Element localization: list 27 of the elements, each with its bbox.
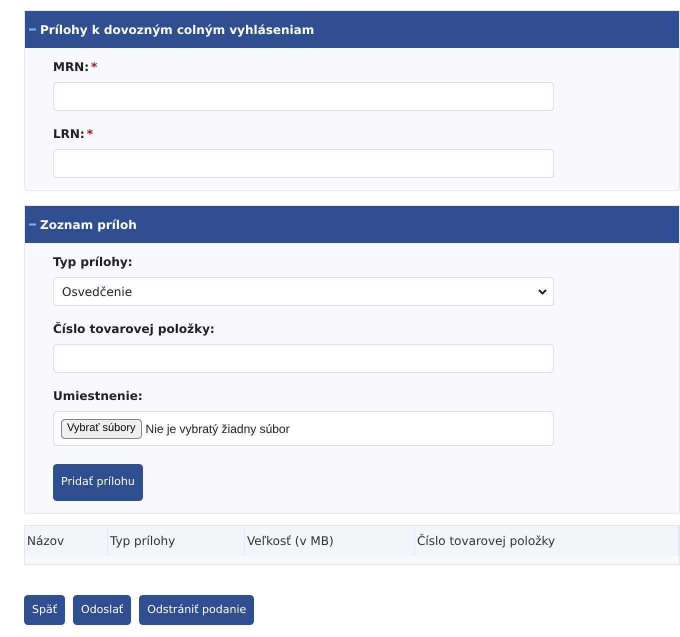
choose-files-button[interactable]: Vybrať súbory	[61, 418, 142, 438]
caret-icon	[538, 288, 547, 294]
input-field[interactable]	[53, 344, 554, 373]
input-field[interactable]	[53, 149, 554, 178]
field-label: LRN:	[53, 126, 85, 143]
collapse-icon	[29, 28, 36, 31]
field-label: Umiestnenie:	[53, 388, 143, 405]
panel-header[interactable]: Prílohy k dovozným colným vyhláseniam	[25, 11, 679, 48]
action-button[interactable]: Odstrániť podanie	[139, 595, 254, 625]
column-header: Typ prílohy	[108, 526, 245, 556]
file-status: Nie je vybratý žiadny súbor	[146, 420, 290, 438]
field-label: Číslo tovarovej položky:	[53, 320, 215, 338]
action-button[interactable]: Odoslať	[73, 595, 132, 625]
collapse-icon	[29, 223, 36, 226]
required-marker: *	[91, 59, 98, 76]
panel-header[interactable]: Zoznam príloh	[25, 206, 679, 243]
column-header: Číslo tovarovej položky	[415, 526, 679, 556]
column-header: Názov	[25, 526, 108, 556]
input-field[interactable]	[53, 82, 554, 111]
required-marker: *	[86, 126, 94, 143]
field-label: MRN:	[53, 59, 90, 76]
field-label: Typ prílohy:	[53, 254, 132, 271]
column-header: Veľkosť (v MB)	[245, 526, 415, 556]
file-input[interactable]: Vybrať súbory Nie je vybratý žiadny súbor	[53, 411, 554, 446]
action-button[interactable]: Späť	[24, 595, 66, 625]
add-attachment-button[interactable]: Pridať prílohu	[53, 464, 143, 501]
dropdown[interactable]: Osvedčenie	[53, 277, 554, 306]
